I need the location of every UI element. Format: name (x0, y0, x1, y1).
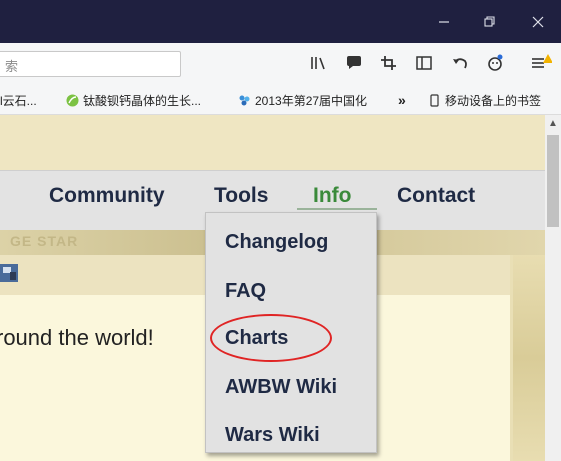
scrollbar-thumb[interactable] (547, 135, 559, 227)
vertical-scrollbar[interactable]: ▲ (545, 115, 561, 461)
bookmark-item[interactable]: l云石... (0, 92, 37, 109)
nav-community[interactable]: Community (49, 184, 165, 208)
menu-icon[interactable] (530, 52, 552, 74)
bookmark-item[interactable]: 2013年第27届中国化 (238, 92, 367, 109)
search-input[interactable]: 索 (0, 51, 181, 77)
menu-item-awbw-wiki[interactable]: AWBW Wiki (225, 376, 337, 399)
window-titlebar (0, 0, 561, 43)
minimize-button[interactable] (424, 0, 464, 43)
nav-tools[interactable]: Tools (214, 184, 268, 208)
leaf-icon (66, 94, 79, 107)
search-placeholder: 索 (5, 59, 19, 74)
close-button[interactable] (518, 0, 558, 43)
menu-item-changelog[interactable]: Changelog (225, 231, 328, 254)
nav-contact[interactable]: Contact (397, 184, 475, 208)
bookmark-item[interactable]: 钛酸钡钙晶体的生长... (66, 92, 201, 109)
scroll-up-icon[interactable]: ▲ (545, 115, 561, 131)
mobile-icon (430, 94, 439, 107)
crop-icon[interactable] (378, 52, 400, 74)
undo-icon[interactable] (449, 52, 471, 74)
nav-active-underline (297, 208, 377, 210)
restore-button[interactable] (470, 0, 510, 43)
site-header-band (0, 115, 545, 170)
library-icon[interactable] (307, 52, 329, 74)
nav-info[interactable]: Info (313, 184, 351, 208)
minimize-icon (439, 20, 449, 23)
menu-item-faq[interactable]: FAQ (225, 280, 266, 303)
bookmarks-bar: l云石... 钛酸钡钙晶体的生长... 2013年第27届中国化 » 移动设备上… (0, 85, 561, 115)
decorative-banner-text: GE STAR (10, 233, 79, 249)
extension-icon[interactable] (484, 52, 506, 74)
browser-toolbar: 索 (0, 43, 561, 85)
sidebar-icon[interactable] (413, 52, 435, 74)
restore-icon (484, 15, 495, 27)
bookmarks-overflow-button[interactable]: » (398, 92, 406, 108)
decorative-side-art (513, 255, 545, 461)
chat-icon[interactable] (343, 52, 365, 74)
bookmark-item[interactable]: 移动设备上的书签 (428, 92, 541, 109)
sparkle-icon (239, 95, 250, 106)
annotation-highlight-circle (210, 314, 332, 362)
welcome-text: round the world! (0, 325, 154, 350)
menu-item-wars-wiki[interactable]: Wars Wiki (225, 424, 320, 447)
avatar-icon (0, 264, 18, 282)
close-icon (532, 16, 544, 27)
